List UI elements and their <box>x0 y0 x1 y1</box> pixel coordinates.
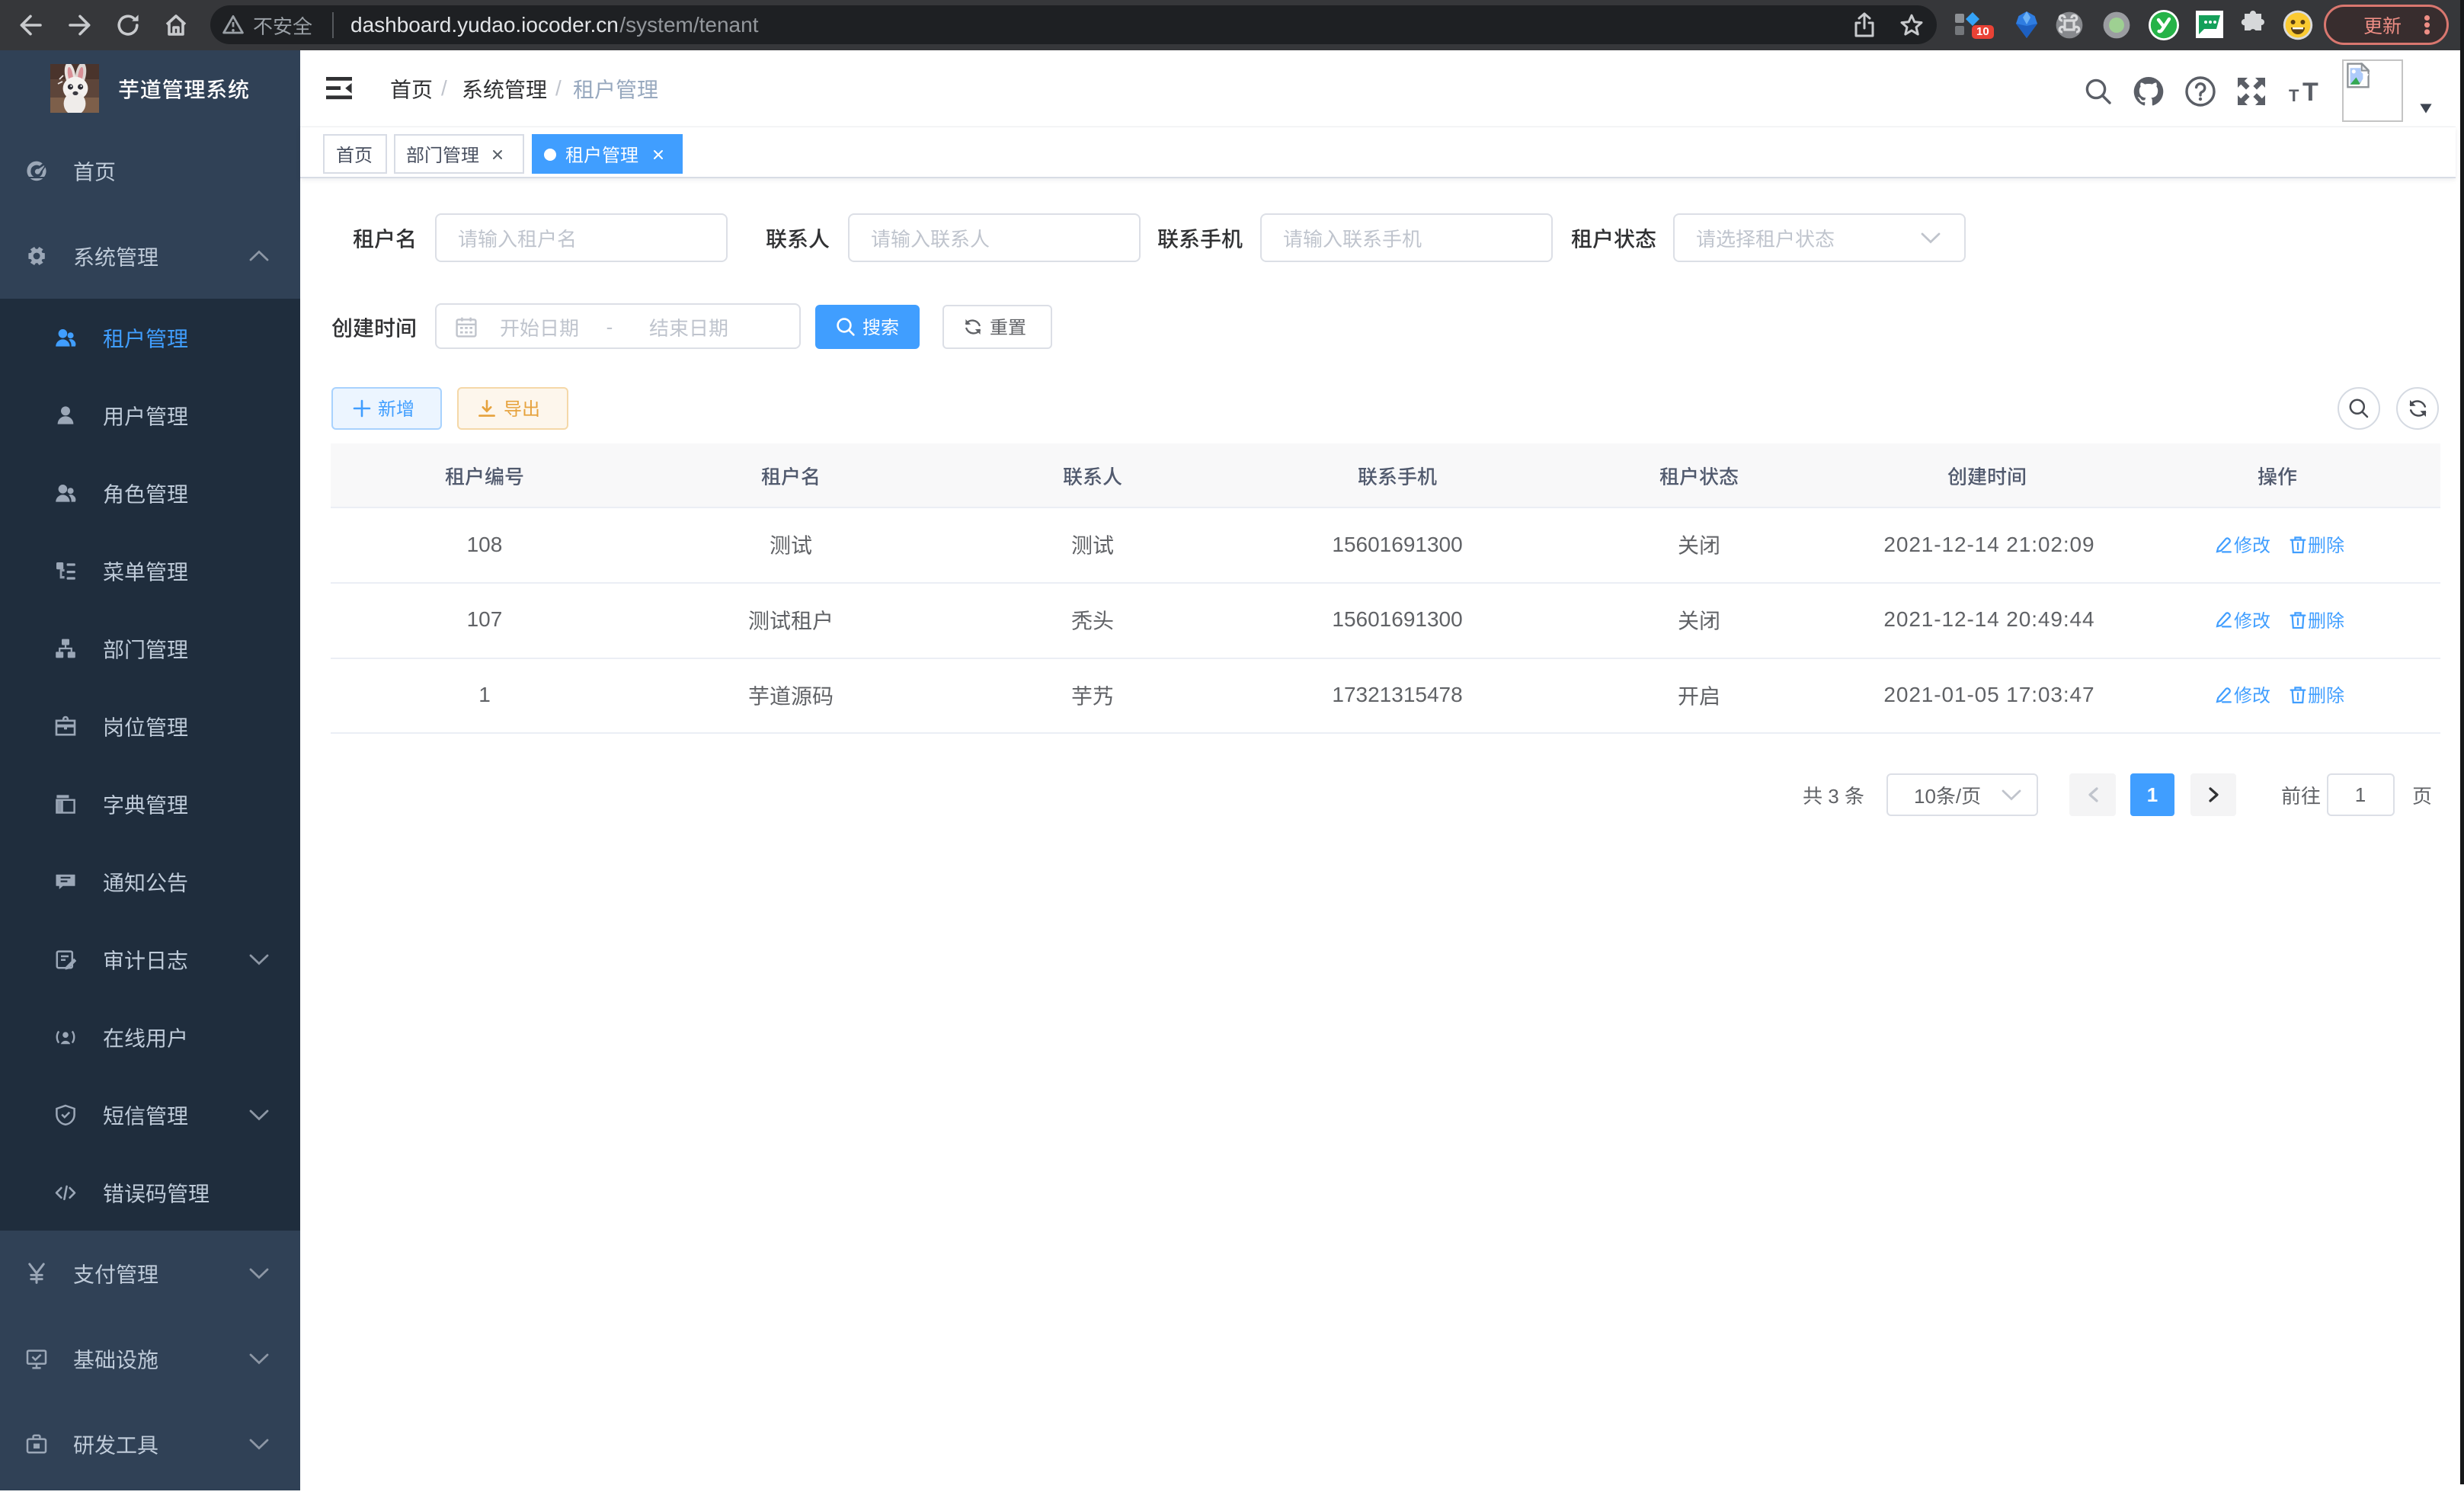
svg-text:3: 3 <box>1822 784 1845 807</box>
svg-text:10: 10 <box>1914 784 1936 807</box>
svg-text:/: / <box>1956 784 1962 807</box>
